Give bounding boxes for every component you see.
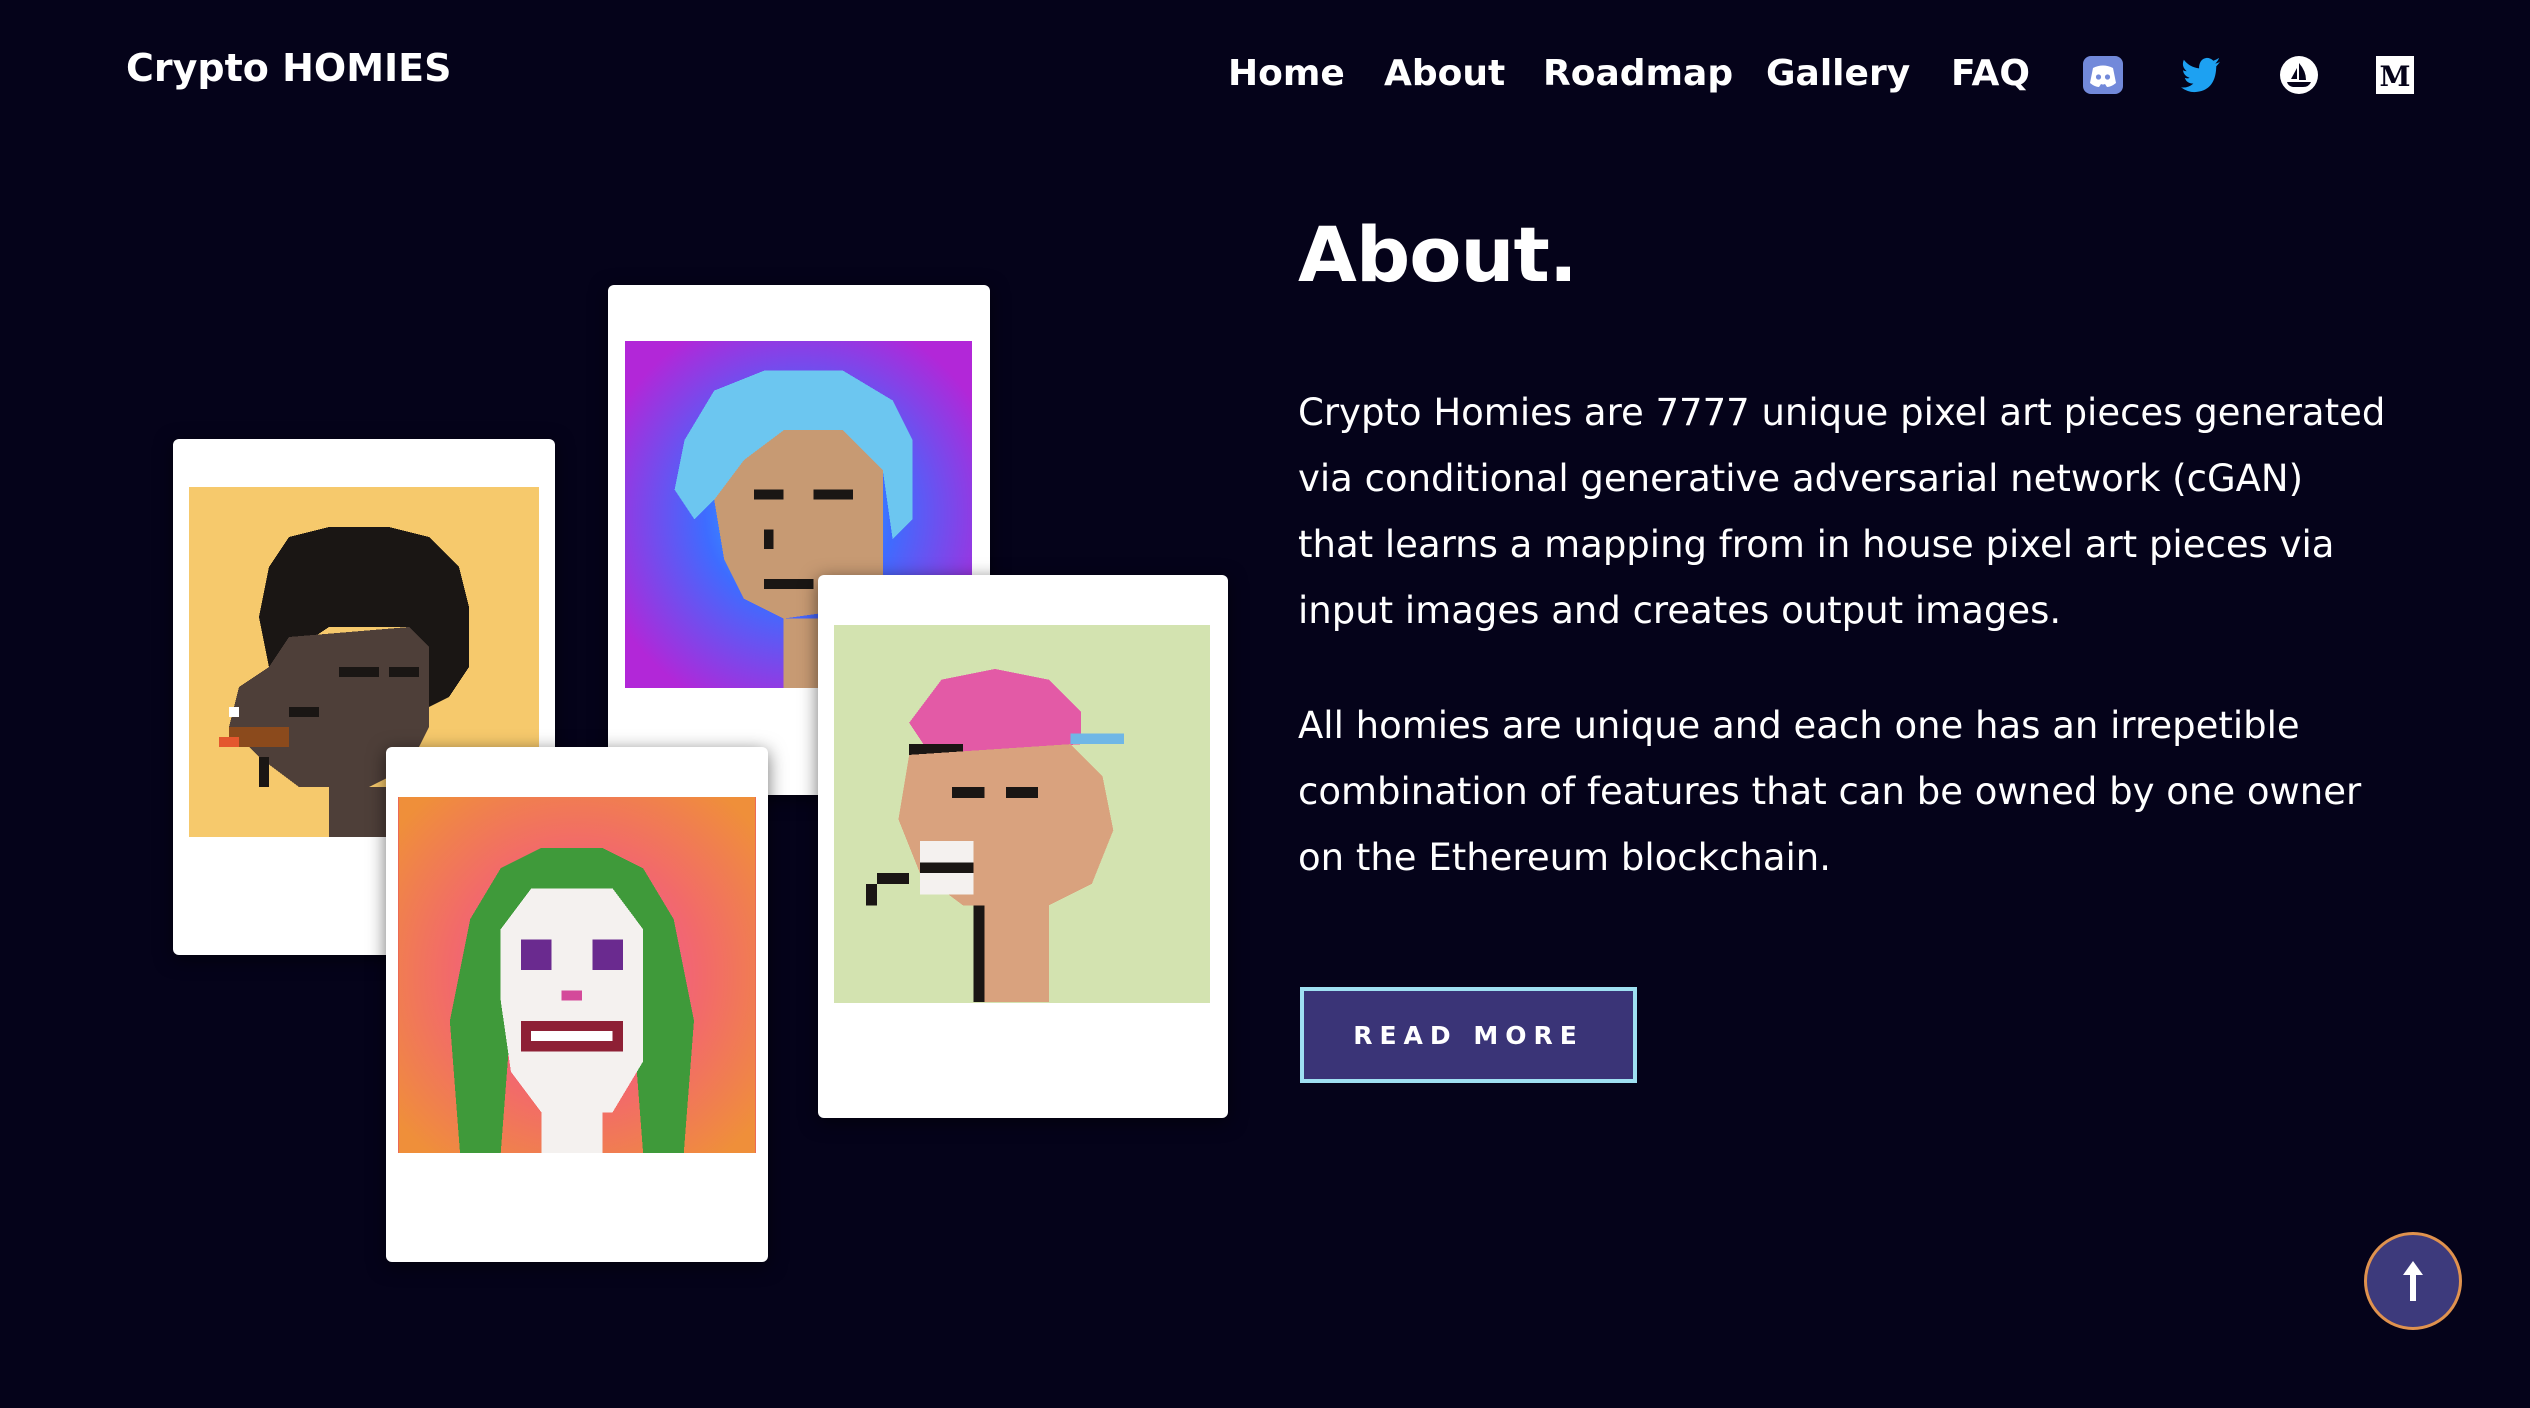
- about-heading: About.: [1298, 210, 1578, 299]
- gallery-card-joker[interactable]: [386, 747, 768, 1262]
- scroll-to-top-button[interactable]: [2364, 1232, 2462, 1330]
- opensea-icon[interactable]: [2279, 55, 2319, 95]
- nav-roadmap[interactable]: Roadmap: [1543, 46, 1733, 102]
- gallery-card-pink-cap[interactable]: [818, 575, 1228, 1118]
- homie-pink-cap-image: [834, 625, 1210, 1003]
- about-paragraph-2: All homies are unique and each one has a…: [1298, 704, 2362, 879]
- homie-joker-image: [398, 797, 756, 1153]
- nav-home[interactable]: Home: [1228, 46, 1345, 102]
- read-more-button[interactable]: READ MORE: [1300, 987, 1637, 1083]
- page: Crypto HOMIES Home About Roadmap Gallery…: [0, 0, 2530, 1408]
- about-paragraph-1: Crypto Homies are 7777 unique pixel art …: [1298, 391, 2386, 632]
- discord-icon[interactable]: [2083, 55, 2123, 95]
- nav-faq[interactable]: FAQ: [1951, 46, 2030, 102]
- site-logo[interactable]: Crypto HOMIES: [126, 46, 452, 90]
- nav-gallery[interactable]: Gallery: [1766, 46, 1910, 102]
- arrow-up-icon: [2403, 1261, 2423, 1301]
- medium-icon[interactable]: M: [2375, 55, 2415, 95]
- twitter-icon[interactable]: [2181, 55, 2221, 95]
- nav-about[interactable]: About: [1384, 46, 1505, 102]
- svg-text:M: M: [2380, 60, 2411, 93]
